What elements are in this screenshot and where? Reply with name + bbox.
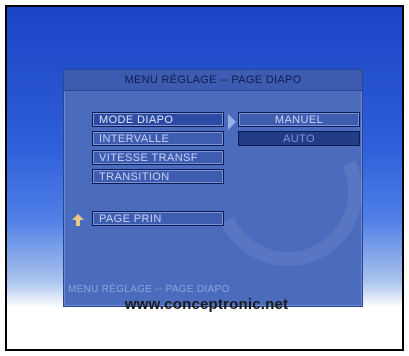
screen-frame: MENU RÉGLAGE -- PAGE DIAPO MODE DIAPO IN… (5, 5, 404, 351)
up-arrow-icon (72, 214, 84, 226)
menu-item-intervalle[interactable]: INTERVALLE (92, 131, 224, 146)
menu-title: MENU RÉGLAGE -- PAGE DIAPO (64, 70, 362, 91)
menu-item-transition[interactable]: TRANSITION (92, 169, 224, 184)
page-prin-button[interactable]: PAGE PRIN (92, 211, 224, 226)
setup-menu-panel: MENU RÉGLAGE -- PAGE DIAPO MODE DIAPO IN… (63, 69, 383, 307)
menu-item-mode-diapo[interactable]: MODE DIAPO (92, 112, 224, 127)
option-auto[interactable]: AUTO (238, 131, 360, 146)
submenu-arrow-icon (228, 114, 236, 130)
menu-item-vitesse-transf[interactable]: VITESSE TRANSF (92, 150, 224, 165)
option-manuel[interactable]: MANUEL (238, 112, 360, 127)
footer-url: www.conceptronic.net (124, 296, 289, 313)
status-line: MENU RÉGLAGE -- PAGE DIAPO (68, 284, 230, 295)
